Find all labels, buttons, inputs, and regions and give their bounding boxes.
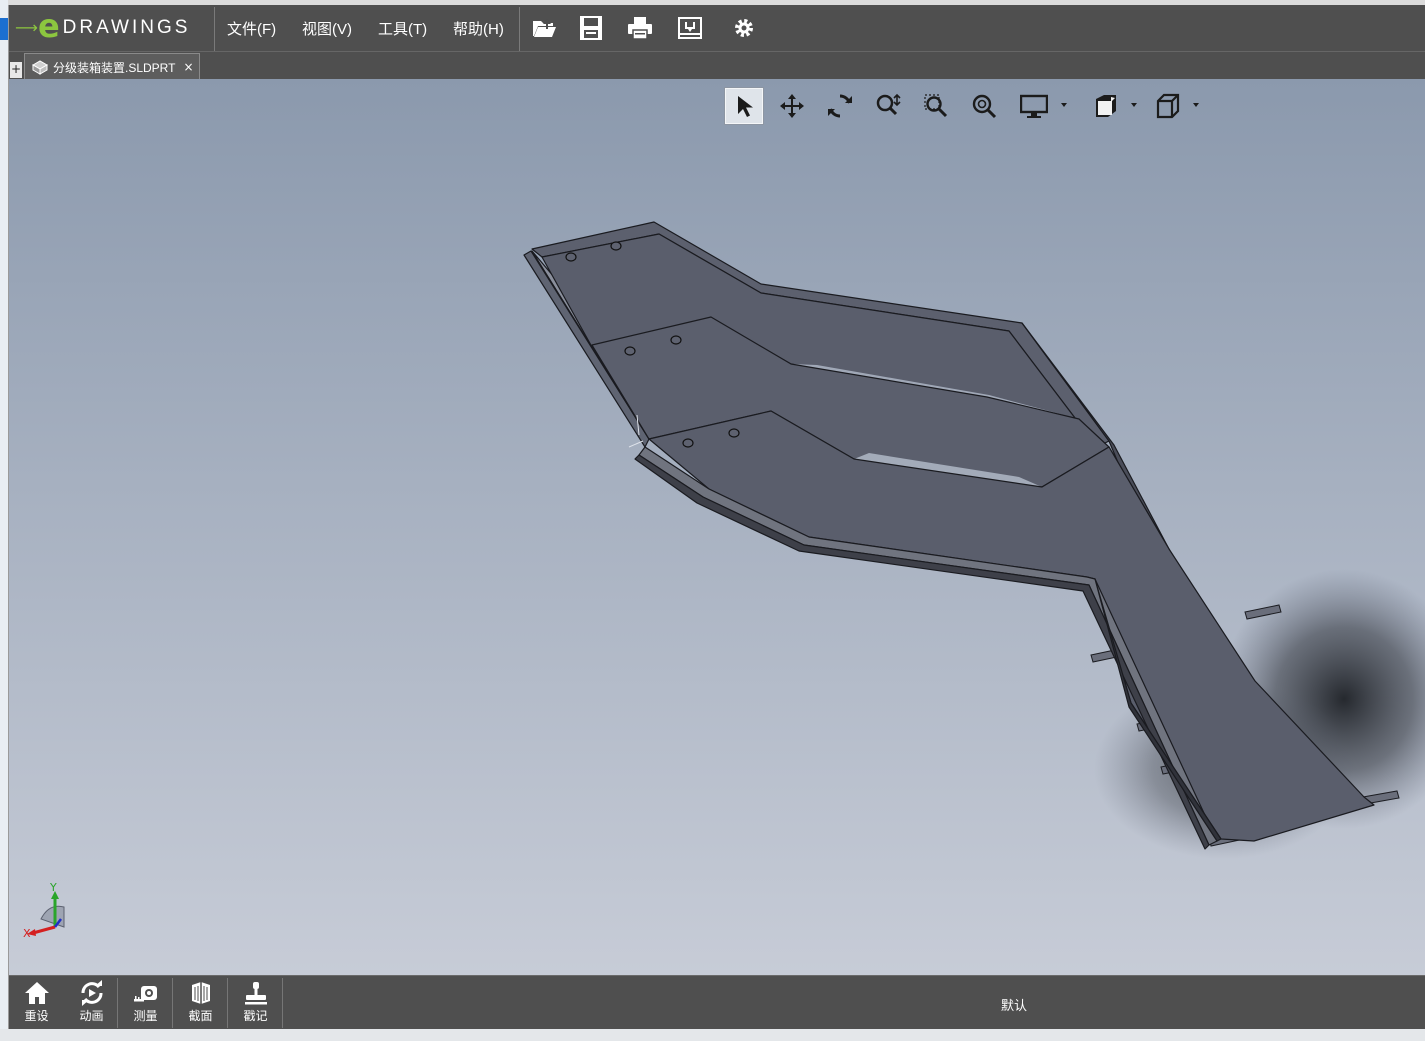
- heads-up-view-toolbar: [724, 83, 1204, 125]
- menu-separator: [519, 7, 520, 51]
- publish-button[interactable]: [673, 12, 707, 44]
- menu-file[interactable]: 文件(F): [227, 18, 276, 39]
- desktop-bottom-strip: [0, 1029, 1425, 1041]
- section-button[interactable]: 截面: [173, 976, 228, 1029]
- stamp-button[interactable]: 戳记: [228, 976, 283, 1029]
- stamp-label: 戳记: [243, 1009, 268, 1023]
- settings-icon: [735, 19, 753, 37]
- standard-views-icon: [1156, 93, 1180, 119]
- model-view: [523, 221, 1425, 859]
- desktop-left-strip: [0, 0, 8, 1041]
- bottom-separator: [282, 978, 283, 1028]
- open-button[interactable]: [527, 12, 561, 44]
- document-tab-bar: + 分级装箱装置.SLDPRT ×: [9, 51, 1425, 80]
- triad-x-label: X: [23, 927, 31, 940]
- menu-help[interactable]: 帮助(H): [453, 18, 504, 39]
- menu-separator: [214, 7, 215, 51]
- rotate-button[interactable]: [820, 87, 860, 125]
- model-body: [523, 221, 1375, 850]
- save-icon: [580, 16, 602, 40]
- zoom-to-fit-button[interactable]: [964, 87, 1004, 125]
- zoom-to-area-button[interactable]: [916, 87, 956, 125]
- triad-y-label: Y: [49, 881, 57, 894]
- menu-bar: ⟶ e DRAWINGS 文件(F) 视图(V) 工具(T) 帮助(H): [9, 5, 1425, 51]
- configuration-label[interactable]: 默认: [1001, 995, 1027, 1014]
- open-icon: [533, 19, 556, 37]
- print-icon: [628, 17, 652, 40]
- coordinate-triad: Y X: [23, 881, 65, 940]
- section-label: 截面: [188, 1009, 213, 1023]
- stamp-icon: [244, 982, 267, 1005]
- logo-arrow-icon: ⟶: [15, 18, 38, 37]
- menu-tools[interactable]: 工具(T): [378, 18, 427, 39]
- settings-button[interactable]: [727, 12, 761, 44]
- bottom-toolbar: 重设 动画 测量 截面 戳记 默认: [9, 975, 1425, 1029]
- publish-icon: [678, 17, 702, 39]
- view-orientation-icon: [1096, 95, 1116, 117]
- animate-label: 动画: [79, 1009, 104, 1023]
- logo-text: DRAWINGS: [62, 17, 191, 38]
- print-button[interactable]: [623, 12, 657, 44]
- reset-label: 重设: [24, 1009, 49, 1023]
- measure-button[interactable]: 测量: [118, 976, 173, 1029]
- standard-views-dropdown-icon[interactable]: [1192, 101, 1200, 109]
- rotate-icon: [828, 94, 852, 118]
- edrawings-logo: ⟶ e DRAWINGS: [15, 7, 213, 45]
- select-icon: [738, 96, 753, 117]
- animate-icon: [81, 980, 102, 1006]
- home-icon: [24, 982, 49, 1004]
- view-orientation-button[interactable]: [1086, 87, 1126, 125]
- display-style-dropdown-icon[interactable]: [1060, 101, 1068, 109]
- measure-label: 测量: [133, 1009, 158, 1023]
- pan-button[interactable]: [772, 87, 812, 125]
- pan-icon: [780, 94, 804, 118]
- document-tab-label: 分级装箱装置.SLDPRT: [53, 60, 176, 75]
- select-button[interactable]: [724, 87, 764, 125]
- zoom-to-fit-icon: [972, 94, 997, 119]
- view-orientation-dropdown-icon[interactable]: [1130, 101, 1138, 109]
- zoom-to-area-icon: [924, 94, 948, 118]
- standard-views-button[interactable]: [1148, 87, 1188, 125]
- logo-letter: e: [37, 7, 60, 45]
- edrawings-window: ⟶ e DRAWINGS 文件(F) 视图(V) 工具(T) 帮助(H) + 分…: [8, 5, 1425, 1029]
- section-icon: [191, 982, 210, 1004]
- measure-icon: [133, 986, 157, 1002]
- taskbar-accent: [0, 18, 8, 40]
- zoom-button[interactable]: [868, 87, 908, 125]
- reset-button[interactable]: 重设: [9, 976, 64, 1029]
- part-icon: [31, 60, 49, 75]
- graphics-viewport[interactable]: Y X: [9, 79, 1425, 975]
- zoom-icon: [876, 93, 901, 116]
- close-tab-icon[interactable]: ×: [183, 60, 193, 74]
- add-tab-button[interactable]: +: [10, 62, 22, 78]
- save-button[interactable]: [574, 12, 608, 44]
- animate-button[interactable]: 动画: [64, 976, 119, 1029]
- document-tab[interactable]: 分级装箱装置.SLDPRT ×: [24, 53, 200, 80]
- menu-view[interactable]: 视图(V): [302, 18, 352, 39]
- display-style-icon: [1020, 94, 1048, 118]
- display-style-button[interactable]: [1014, 87, 1054, 125]
